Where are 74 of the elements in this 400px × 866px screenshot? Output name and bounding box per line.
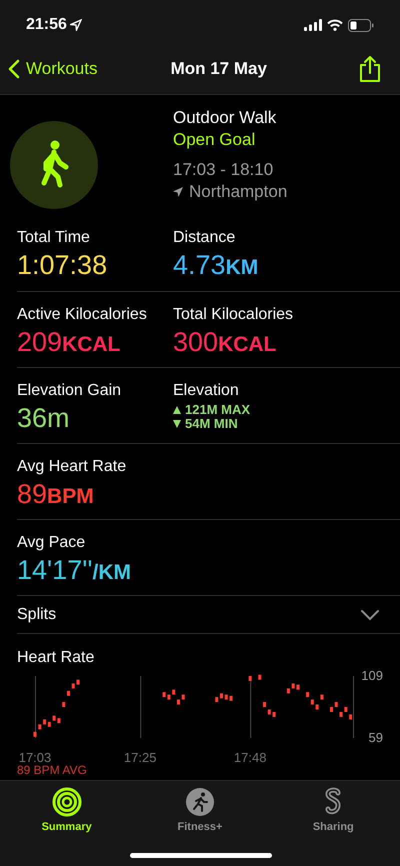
metric-value: 89BPM — [17, 478, 95, 511]
data-point — [263, 702, 266, 708]
data-point — [258, 674, 262, 680]
elevation-min: 54M MIN — [185, 417, 238, 431]
data-point — [334, 702, 338, 708]
data-point — [316, 704, 319, 710]
metric-label: Distance — [173, 228, 236, 248]
data-point — [306, 692, 310, 698]
data-point — [292, 683, 295, 688]
metric-value: 36m — [17, 402, 71, 434]
workout-type: Outdoor Walk — [173, 107, 278, 129]
data-point — [272, 712, 276, 717]
battery-icon — [348, 18, 374, 32]
signal-icon — [304, 19, 322, 31]
chart-title: Heart Rate — [17, 648, 96, 668]
walking-figure-icon — [10, 121, 98, 209]
metric-label: Avg Pace — [17, 533, 86, 553]
data-point — [34, 732, 36, 737]
x-axis-label: 17:48 — [234, 751, 266, 765]
location-name: Northampton — [189, 181, 288, 203]
data-point — [62, 702, 66, 708]
data-point — [72, 683, 75, 688]
metric-label: Elevation Gain — [17, 381, 122, 401]
data-point — [76, 680, 80, 685]
metric-value: 1:07:38 — [17, 249, 108, 281]
running-figure-icon — [184, 787, 215, 817]
metric-value: 209KCAL — [17, 326, 122, 359]
data-point — [215, 697, 218, 702]
tab-item[interactable]: Summary — [26, 787, 107, 836]
location-arrow-icon — [70, 19, 82, 31]
triangle-down-icon — [173, 420, 181, 428]
metric-value: 14'17''/KM — [17, 554, 132, 587]
triangle-up-icon — [173, 406, 181, 414]
data-point — [268, 709, 271, 714]
data-point — [182, 694, 185, 700]
metric-value: 4.73KM — [173, 249, 260, 282]
wifi-icon — [327, 19, 343, 31]
data-point — [66, 690, 70, 696]
metric-label: Active Kilocalories — [17, 305, 148, 325]
time-range: 17:03 - 18:10 — [173, 159, 274, 181]
data-point — [286, 688, 290, 694]
back-button[interactable]: Workouts — [8, 56, 98, 82]
tab-item[interactable]: Sharing — [293, 787, 374, 836]
data-point — [349, 714, 352, 720]
y-axis-label: 109 — [361, 669, 383, 683]
data-point — [310, 700, 314, 705]
data-point — [38, 724, 42, 730]
data-point — [320, 694, 324, 700]
rings-icon — [52, 787, 82, 817]
data-point — [330, 706, 333, 712]
metric-label: Elevation — [173, 381, 240, 401]
tab-item[interactable]: Fitness+ — [160, 787, 240, 836]
elevation-max: 121M MAX — [185, 403, 250, 417]
metric-label: Avg Heart Rate — [17, 457, 128, 477]
average-label: 89 BPM AVG — [17, 764, 87, 777]
workout-goal: Open Goal — [173, 129, 256, 151]
data-point — [230, 696, 233, 701]
data-point — [248, 676, 252, 681]
metric-label: Total Time — [17, 228, 91, 248]
data-point — [176, 700, 180, 705]
location-arrow-icon — [173, 187, 183, 197]
nav-title: Mon 17 May — [170, 58, 267, 80]
data-point — [224, 694, 228, 700]
chevron-left-icon — [8, 59, 20, 79]
data-point — [296, 684, 300, 690]
metric-value: 300KCAL — [173, 326, 278, 359]
x-axis-label: 17:25 — [124, 751, 156, 765]
y-axis-label: 59 — [368, 731, 383, 745]
metric-label: Total Kilocalories — [173, 305, 294, 325]
data-point — [172, 690, 176, 695]
data-point — [220, 693, 223, 698]
status-time: 21:56 — [26, 15, 67, 35]
x-axis-label: 17:03 — [18, 751, 52, 765]
splits-row[interactable]: Splits — [17, 596, 400, 634]
